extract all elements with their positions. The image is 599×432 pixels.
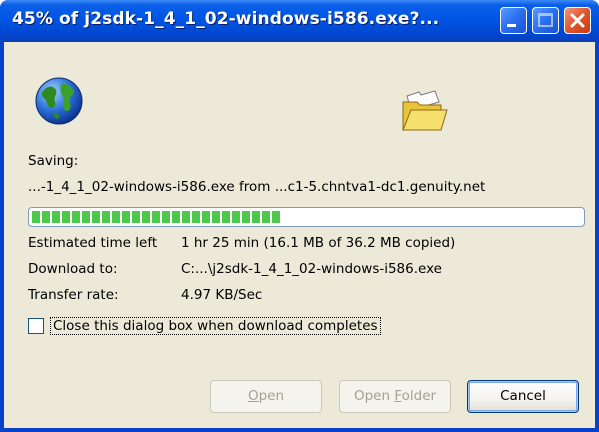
download-to-value: C:...\j2sdk-1_4_1_02-windows-i586.exe [181, 261, 442, 277]
title-bar[interactable]: 45% of j2sdk-1_4_1_02-windows-i586.exe?.… [0, 0, 599, 42]
saving-value: ...-1_4_1_02-windows-i586.exe from ...c1… [28, 179, 486, 195]
maximize-button[interactable] [532, 7, 559, 34]
time-left-value: 1 hr 25 min (16.1 MB of 36.2 MB copied) [181, 235, 456, 251]
time-left-label: Estimated time left [28, 235, 158, 251]
progress-fill [32, 211, 282, 223]
close-icon [570, 13, 585, 28]
minimize-icon [507, 24, 516, 27]
globe-icon [35, 77, 83, 125]
download-to-label: Download to: [28, 261, 118, 277]
dialog-body: Saving: ...-1_4_1_02-windows-i586.exe fr… [4, 42, 595, 428]
transfer-rate-label: Transfer rate: [28, 287, 119, 303]
saving-label: Saving: [28, 153, 79, 169]
transfer-rate-value: 4.97 KB/Sec [181, 287, 263, 303]
close-when-done-label[interactable]: Close this dialog box when download comp… [50, 317, 381, 335]
open-folder-button[interactable]: Open Folder [339, 380, 451, 413]
close-button[interactable] [564, 7, 591, 34]
maximize-icon [538, 13, 553, 27]
download-progress-bar [28, 207, 585, 227]
close-when-done-checkbox[interactable] [28, 318, 44, 334]
open-folder-icon [402, 90, 448, 131]
minimize-button[interactable] [500, 7, 527, 34]
open-button[interactable]: Open [210, 380, 322, 413]
cancel-button[interactable]: Cancel [467, 380, 579, 413]
window-title: 45% of j2sdk-1_4_1_02-windows-i586.exe?.… [12, 9, 440, 29]
download-dialog: 45% of j2sdk-1_4_1_02-windows-i586.exe?.… [0, 0, 599, 432]
